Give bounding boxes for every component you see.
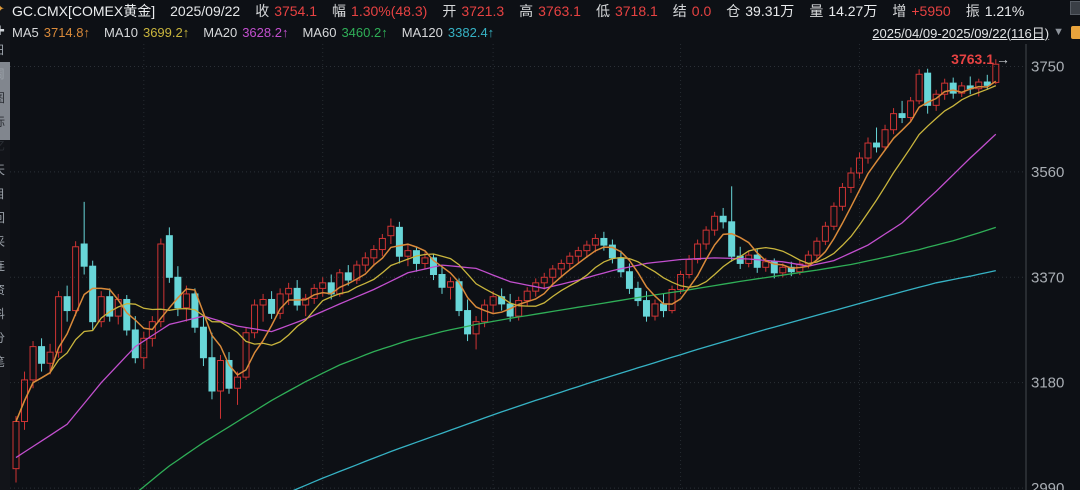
y-axis-tick: 3560	[1031, 164, 1064, 181]
toolbar-glyph[interactable]: 天	[0, 164, 9, 176]
right-arrow-icon: →	[996, 51, 1010, 67]
field-open-interest: 仓39.31万	[726, 1, 794, 21]
toolbar-glyph[interactable]: 标	[0, 116, 9, 128]
close-value: 3754.1	[274, 3, 317, 19]
y-axis-tick: 3370	[1031, 269, 1064, 286]
last-price-annotation: 3763.1 →	[951, 51, 1010, 67]
field-close: 收3754.1	[255, 1, 317, 21]
ma10-value: 3699.2↑	[143, 25, 189, 40]
oi-change-value: +5950	[911, 3, 950, 19]
date-range-selector[interactable]: 2025/04/09-2025/09/22(116日) ▼	[872, 23, 1080, 42]
toolbar-glyph[interactable]: 笔	[0, 356, 9, 368]
toolbar-glyph[interactable]: 连	[0, 260, 9, 272]
y-axis-tick: 3750	[1031, 59, 1064, 76]
window-icon[interactable]	[1070, 1, 1080, 15]
ma20-value: 3628.2↑	[242, 25, 288, 40]
field-volume: 量14.27万	[809, 1, 877, 21]
field-change: 幅1.30%(48.3)	[332, 1, 427, 21]
symbol-name: GC.CMX[COMEX黄金]	[12, 1, 155, 21]
toolbar-glyph[interactable]: 采	[0, 236, 9, 248]
ma120-legend: MA1203382.4↑	[402, 25, 494, 40]
field-amplitude: 振1.21%	[966, 1, 1025, 21]
chevron-down-icon[interactable]: ▼	[1053, 26, 1064, 38]
quote-date: 2025/09/22	[170, 3, 240, 19]
last-price-value: 3763.1	[951, 51, 994, 67]
y-axis-tick: 2990	[1031, 480, 1064, 490]
field-settle: 结0.0	[673, 1, 711, 21]
crosshair-icon[interactable]: ✚	[0, 23, 5, 39]
volume-value: 14.27万	[828, 1, 877, 21]
candlestick-chart[interactable]: 3750 3560 3370 3180 2990	[0, 44, 1080, 490]
toolbar-glyph[interactable]: 周	[0, 68, 9, 80]
ma5-value: 3714.8↑	[44, 25, 90, 40]
low-value: 3718.1	[615, 3, 658, 19]
high-value: 3763.1	[538, 3, 581, 19]
ma60-value: 3460.2↑	[341, 25, 387, 40]
ma120-value: 3382.4↑	[448, 25, 494, 40]
open-value: 3721.3	[461, 3, 504, 19]
toolbar-glyph[interactable]: 目	[0, 188, 9, 200]
amplitude-value: 1.21%	[985, 3, 1025, 19]
toolbar-glyph[interactable]: 资	[0, 284, 9, 296]
field-open: 开3721.3	[442, 1, 504, 21]
date-range-label[interactable]: 2025/04/09-2025/09/22(116日)	[872, 23, 1049, 42]
toolbar-glyph[interactable]: 料	[0, 308, 9, 320]
change-value: 1.30%(48.3)	[351, 3, 427, 19]
toolbar-glyph[interactable]: 回	[0, 212, 9, 224]
alert-icon[interactable]	[1071, 26, 1080, 39]
ma5-legend: MA53714.8↑	[12, 25, 90, 40]
ma10-legend: MA103699.2↑	[104, 25, 189, 40]
quote-header: GC.CMX[COMEX黄金] 2025/09/22 收3754.1 幅1.30…	[12, 0, 1066, 22]
settle-value: 0.0	[692, 3, 711, 19]
trading-app-window: { "header": { "symbol": "GC.CMX[COMEX黄金]…	[0, 0, 1080, 490]
field-oi-change: 增+5950	[892, 1, 950, 21]
field-high: 高3763.1	[519, 1, 581, 21]
ma-bar: MA53714.8↑ MA103699.2↑ MA203628.2↑ MA603…	[12, 22, 1080, 42]
field-low: 低3718.1	[596, 1, 658, 21]
ma-legend: MA53714.8↑ MA103699.2↑ MA203628.2↑ MA603…	[12, 25, 872, 40]
open-interest-value: 39.31万	[745, 1, 794, 21]
ma20-legend: MA203628.2↑	[203, 25, 288, 40]
left-toolbar[interactable]: ✦ ✚ 日周图标亿天目回采连资料分笔	[0, 0, 10, 490]
toolbar-glyph[interactable]: 分	[0, 332, 9, 344]
toolbar-glyph[interactable]: 日	[0, 44, 9, 56]
y-axis-tick: 3180	[1031, 375, 1064, 392]
app-logo-icon[interactable]: ✦	[0, 1, 5, 17]
ma60-legend: MA603460.2↑	[302, 25, 387, 40]
toolbar-glyph[interactable]: 亿	[0, 140, 9, 152]
toolbar-glyph[interactable]: 图	[0, 92, 9, 104]
